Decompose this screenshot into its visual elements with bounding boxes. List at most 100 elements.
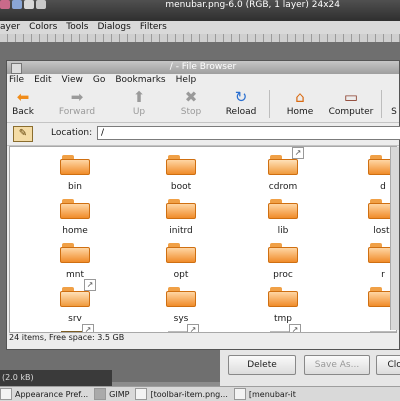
toolbar-separator <box>381 90 382 118</box>
save-as-button[interactable]: Save As... <box>304 355 370 375</box>
folder-icon <box>60 155 90 177</box>
back-arrow-icon: ⬅ <box>16 88 30 106</box>
file-item[interactable] <box>348 331 396 332</box>
location-edit-icon[interactable]: ✎ <box>13 126 33 142</box>
stop-icon: ✖ <box>184 88 198 106</box>
file-item[interactable]: bin <box>40 155 110 192</box>
file-item[interactable]: proc <box>248 243 318 280</box>
search-icon <box>387 89 400 105</box>
file-browser-toolbar: ⬅ Back ➡ Forward ⬆ Up ✖ Stop ↻ Reload ⌂ … <box>7 86 399 123</box>
file-name: boot <box>170 182 192 192</box>
file-name: mnt <box>66 270 84 280</box>
menu-go[interactable]: Go <box>93 74 105 86</box>
menu-filters[interactable]: Filters <box>140 21 167 34</box>
home-button[interactable]: ⌂ Home <box>281 88 319 117</box>
task-toolbar-item[interactable]: [toolbar-item.png... <box>135 388 228 400</box>
reload-icon: ↻ <box>234 88 248 106</box>
menu-dialogs[interactable]: Dialogs <box>97 21 130 34</box>
task-appearance[interactable]: Appearance Pref... <box>0 388 88 400</box>
file-view: bin boot ↗ cdrom d home initrd lib lost-mnt opt pr… <box>9 146 397 333</box>
location-input[interactable] <box>97 126 400 140</box>
reload-button[interactable]: ↻ Reload <box>221 88 261 117</box>
menu-layer[interactable]: ayer <box>0 21 20 34</box>
file-browser-titlebar[interactable]: / - File Browser <box>7 61 399 74</box>
gimp-status: (2.0 kB) <box>0 370 112 386</box>
computer-button[interactable]: ▭ Computer <box>327 88 375 117</box>
location-label: Location: <box>51 128 93 138</box>
file-browser-title: / - File Browser <box>169 62 237 72</box>
menu-bookmarks[interactable]: Bookmarks <box>115 74 165 86</box>
menu-view[interactable]: View <box>62 74 83 86</box>
up-button[interactable]: ⬆ Up <box>125 88 153 117</box>
document-icon: ↗ <box>270 324 301 332</box>
home-icon: ⌂ <box>295 88 305 106</box>
gimp-ruler <box>0 34 400 42</box>
link-arrow-icon: ↗ <box>82 324 94 332</box>
menu-file[interactable]: File <box>9 74 24 86</box>
gimp-window-title: menubar.png-6.0 (RGB, 1 layer) 24x24 <box>165 0 340 10</box>
file-item[interactable]: initrd <box>146 199 216 236</box>
menu-colors[interactable]: Colors <box>29 21 57 34</box>
file-name: initrd <box>169 226 193 236</box>
search-button[interactable]: S <box>387 89 400 117</box>
folder-icon <box>268 287 298 309</box>
stop-button[interactable]: ✖ Stop <box>177 88 205 117</box>
file-item[interactable]: boot <box>146 155 216 192</box>
link-arrow-icon: ↗ <box>84 279 96 291</box>
delete-button[interactable]: Delete <box>228 355 296 375</box>
file-name: proc <box>273 270 293 280</box>
folder-icon <box>166 287 196 309</box>
file-item[interactable]: tmp <box>248 287 318 324</box>
home-launcher-icon[interactable] <box>12 0 22 9</box>
scrollbar[interactable] <box>390 147 399 330</box>
task-gimp[interactable]: GIMP <box>94 388 129 400</box>
menu-help[interactable]: Help <box>176 74 197 86</box>
file-browser-window: / - File Browser File Edit View Go Bookm… <box>6 60 400 350</box>
file-name: bin <box>68 182 82 192</box>
taskbar: Appearance Pref... GIMP [toolbar-item.pn… <box>0 386 400 401</box>
browser-icon[interactable] <box>36 0 46 9</box>
document-icon: ↗ <box>168 324 199 332</box>
file-item[interactable]: lib <box>248 199 318 236</box>
file-item[interactable]: ↗ <box>248 324 318 332</box>
folder-icon <box>268 199 298 221</box>
gimp-menubar: ayer Colors Tools Dialogs Filters <box>0 21 400 34</box>
file-item[interactable]: mnt <box>40 243 110 280</box>
menu-edit[interactable]: Edit <box>34 74 51 86</box>
task-menubar-item[interactable]: [menubar-it <box>233 388 296 400</box>
file-name: home <box>62 226 88 236</box>
folder-icon <box>166 243 196 265</box>
file-name: srv <box>68 314 82 324</box>
forward-arrow-icon: ➡ <box>70 88 84 106</box>
folder-icon: ↗ <box>60 279 96 309</box>
image-icon <box>135 388 148 400</box>
toolbar-separator <box>269 90 270 118</box>
document-icon <box>370 331 396 332</box>
mail-icon[interactable] <box>24 0 34 9</box>
panel-icons <box>0 0 46 10</box>
file-item[interactable]: opt <box>146 243 216 280</box>
file-item[interactable]: ↗ srv <box>40 279 110 324</box>
forward-button[interactable]: ➡ Forward <box>55 88 99 117</box>
folder-icon <box>166 199 196 221</box>
window-menu-icon[interactable] <box>11 63 22 74</box>
close-button[interactable]: Clos <box>376 355 400 375</box>
file-name: lib <box>277 226 289 236</box>
file-item[interactable]: ↗ <box>146 324 216 332</box>
status-bar: 24 items, Free space: 3.5 GB <box>9 333 125 342</box>
menu-tools[interactable]: Tools <box>66 21 88 34</box>
link-arrow-icon: ↗ <box>292 147 304 159</box>
file-name: cdrom <box>268 182 298 192</box>
folder-icon <box>60 243 90 265</box>
file-item[interactable]: home <box>40 199 110 236</box>
link-arrow-icon: ↗ <box>187 324 199 332</box>
back-button[interactable]: ⬅ Back <box>9 88 37 117</box>
app-icon[interactable] <box>0 0 10 9</box>
file-name: sys <box>173 314 189 324</box>
folder-icon <box>60 199 90 221</box>
file-browser-menubar: File Edit View Go Bookmarks Help <box>7 74 399 86</box>
file-item[interactable]: sys <box>146 287 216 324</box>
file-item[interactable]: ↗ cdrom <box>248 147 318 192</box>
folder-icon <box>268 243 298 265</box>
window-icon <box>0 388 12 400</box>
